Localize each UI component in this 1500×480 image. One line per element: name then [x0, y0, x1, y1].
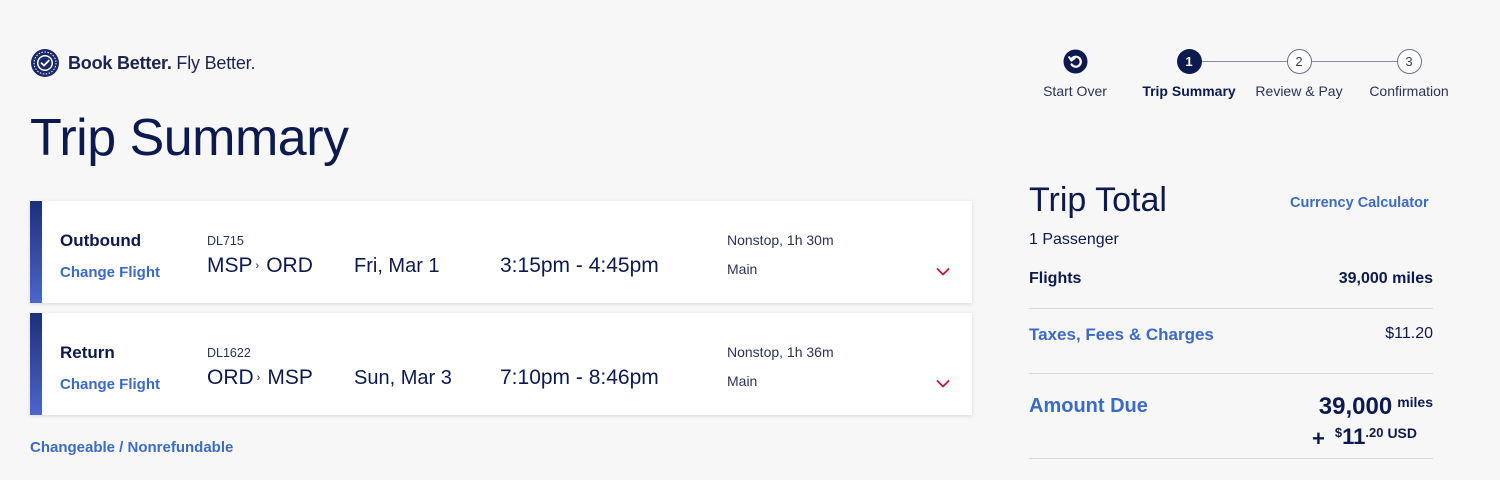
restart-icon: [1063, 49, 1087, 74]
route-arrow-icon: ›: [256, 372, 261, 384]
amount-due-cash: + $ 11 .20 USD: [1312, 424, 1417, 452]
destination-airport: ORD: [266, 254, 313, 277]
divider: [1029, 373, 1433, 374]
amount-due-miles: 39,000 miles: [1319, 393, 1433, 421]
divider: [1029, 308, 1433, 309]
leg-label: Outbound: [60, 231, 142, 250]
step-number: 2: [1286, 49, 1312, 74]
chevron-down-icon[interactable]: [936, 267, 950, 277]
step-number: 1: [1176, 49, 1202, 74]
flight-number: DL1622: [207, 346, 251, 360]
amount-due-miles-value: 39,000: [1318, 393, 1393, 420]
step-label: Confirmation: [1369, 83, 1449, 99]
flights-cost-value: 39,000 miles: [1338, 270, 1433, 287]
card-accent-bar: [30, 313, 42, 415]
start-over-button[interactable]: Start Over: [1020, 49, 1130, 99]
amount-due-dollars: 11: [1342, 424, 1366, 449]
leg-label: Return: [60, 343, 115, 362]
step-trip-summary: 1 Trip Summary: [1134, 49, 1244, 99]
flight-times: 7:10pm - 8:46pm: [500, 366, 659, 389]
step-review-pay: 2 Review & Pay: [1244, 49, 1354, 99]
amount-due-cents: .20: [1365, 425, 1384, 440]
flight-date: Sun, Mar 3: [354, 367, 452, 389]
step-number: 3: [1396, 49, 1422, 74]
cabin-class: Main: [727, 373, 758, 389]
step-label: Review & Pay: [1255, 83, 1343, 99]
fare-rules-link[interactable]: Changeable / Nonrefundable: [30, 439, 233, 456]
step-confirmation: 3 Confirmation: [1354, 49, 1464, 99]
flights-cost-label: Flights: [1029, 270, 1082, 287]
route: MSP › ORD: [207, 254, 313, 278]
page-title: Trip Summary: [30, 109, 349, 167]
flight-card-outbound[interactable]: Outbound Change Flight DL715 MSP › ORD F…: [30, 201, 972, 303]
plus-icon: +: [1312, 426, 1325, 451]
flight-times: 3:15pm - 4:45pm: [500, 254, 659, 277]
currency-symbol: $: [1334, 425, 1343, 440]
divider: [1029, 458, 1433, 459]
flight-card-return[interactable]: Return Change Flight DL1622 ORD › MSP Su…: [30, 313, 972, 415]
change-flight-link[interactable]: Change Flight: [60, 264, 160, 281]
change-flight-link[interactable]: Change Flight: [60, 376, 160, 393]
passenger-count: 1 Passenger: [1029, 231, 1119, 248]
chevron-down-icon[interactable]: [936, 379, 950, 389]
taxes-fees-link[interactable]: Taxes, Fees & Charges: [1029, 325, 1214, 345]
destination-airport: MSP: [267, 366, 313, 389]
flight-date: Fri, Mar 1: [354, 255, 440, 277]
card-accent-bar: [30, 201, 42, 303]
step-label: Trip Summary: [1142, 83, 1236, 99]
amount-due-label: Amount Due: [1029, 395, 1148, 417]
origin-airport: ORD: [207, 366, 254, 389]
amount-due-miles-unit: miles: [1397, 394, 1433, 410]
cabin-class: Main: [727, 261, 758, 277]
trip-total-title: Trip Total: [1029, 181, 1167, 219]
brand-logo[interactable]: Book Better. Fly Better.: [30, 48, 255, 78]
route: ORD › MSP: [207, 366, 313, 390]
flight-duration: Nonstop, 1h 30m: [727, 232, 834, 248]
seal-icon: [31, 49, 59, 77]
flight-duration: Nonstop, 1h 36m: [727, 344, 834, 360]
route-arrow-icon: ›: [255, 260, 260, 272]
brand-tagline: Book Better. Fly Better.: [68, 52, 256, 73]
start-over-label: Start Over: [1043, 83, 1107, 99]
currency-calculator-link[interactable]: Currency Calculator: [1290, 195, 1429, 211]
origin-airport: MSP: [207, 254, 253, 277]
currency-code: USD: [1387, 425, 1417, 441]
flight-number: DL715: [207, 234, 244, 248]
taxes-fees-value: $11.20: [1385, 325, 1433, 342]
progress-stepper: Start Over 1 Trip Summary 2 Review & Pay…: [1030, 49, 1460, 109]
